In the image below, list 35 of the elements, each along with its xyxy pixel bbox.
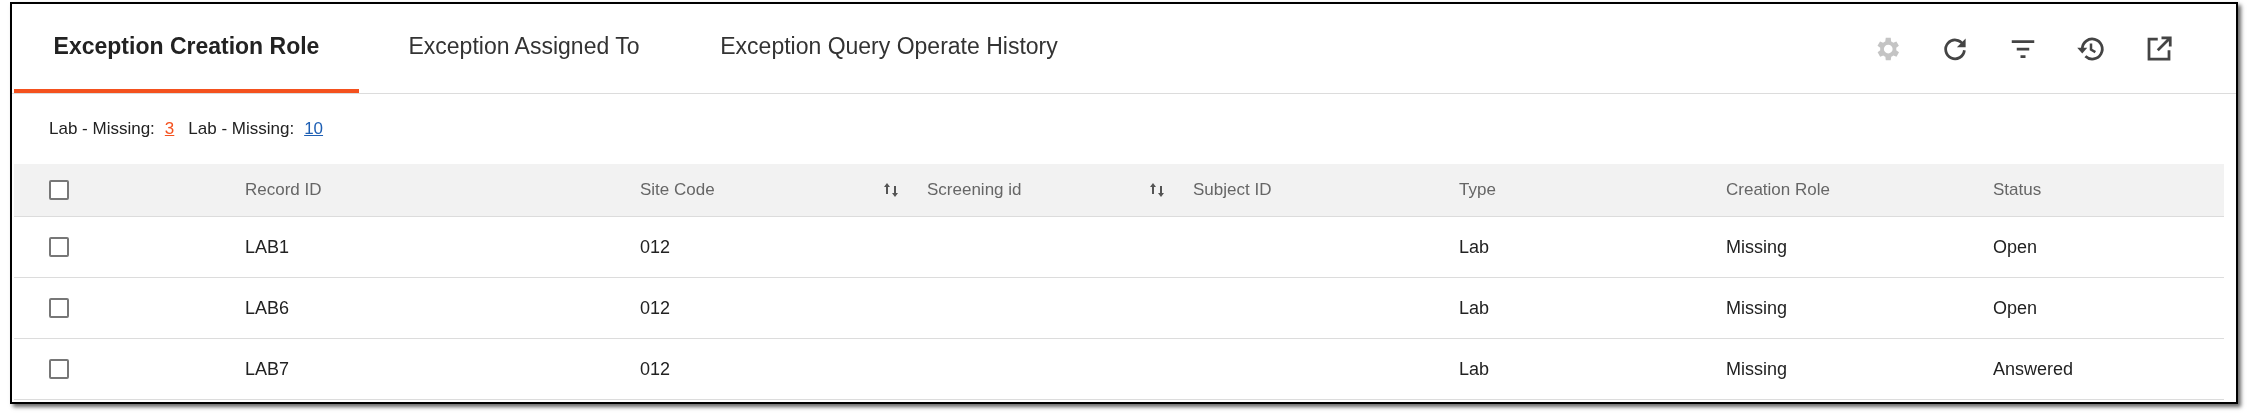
count-link[interactable]: 3 — [164, 116, 175, 142]
table-cell: Lab — [1459, 358, 1490, 379]
column-header: Screening id — [927, 179, 1022, 202]
table-cell: Missing — [1726, 236, 1787, 257]
tab[interactable]: Exception Query Operate History — [689, 4, 1089, 93]
column-header: Type — [1459, 179, 1496, 202]
table-cell: 012 — [640, 297, 671, 318]
count-link[interactable]: 10 — [304, 116, 324, 142]
table-cell: Lab — [1459, 236, 1490, 257]
column-header: Site Code — [640, 179, 715, 202]
sort-icon[interactable] — [883, 182, 899, 198]
table-cell: Lab — [1459, 297, 1490, 318]
column-header: Subject ID — [1193, 179, 1272, 202]
table-cell: Open — [1993, 297, 2038, 318]
column-header: Creation Role — [1726, 179, 1830, 202]
tab[interactable]: Exception Assigned To — [359, 4, 689, 93]
table-cell: LAB6 — [245, 297, 290, 318]
summary-label: Lab - Missing: — [188, 118, 295, 141]
column-header: Record ID — [245, 179, 322, 202]
table-cell: Missing — [1726, 358, 1787, 379]
checkbox[interactable] — [49, 180, 69, 200]
column-header: Status — [1993, 179, 2042, 202]
checkbox[interactable] — [49, 237, 69, 257]
table-cell: Answered — [1993, 358, 2074, 379]
sort-icon[interactable] — [1149, 182, 1165, 198]
table-cell: LAB1 — [245, 236, 290, 257]
table-cell: 012 — [640, 358, 671, 379]
table-cell: Missing — [1726, 297, 1787, 318]
table-cell: LAB7 — [245, 358, 290, 379]
checkbox[interactable] — [49, 298, 69, 318]
checkbox[interactable] — [49, 359, 69, 379]
table-cell: 012 — [640, 236, 671, 257]
tab[interactable]: Exception Creation Role — [14, 4, 359, 93]
table-cell: Open — [1993, 236, 2038, 257]
summary-label: Lab - Missing: — [49, 118, 155, 141]
